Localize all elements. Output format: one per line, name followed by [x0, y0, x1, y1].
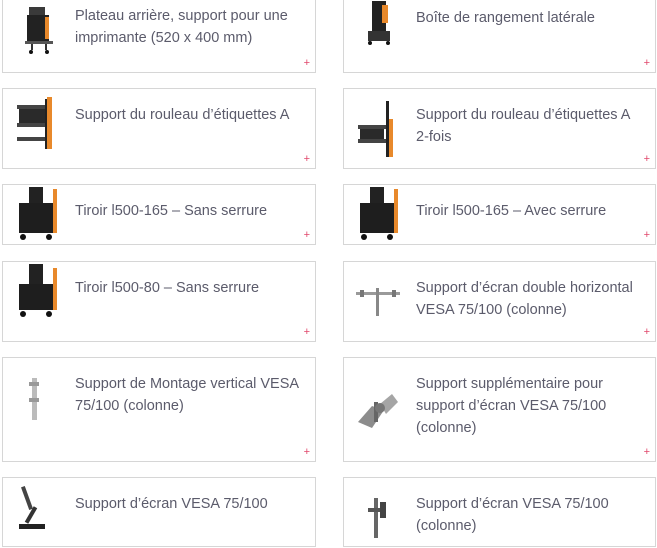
product-card[interactable]: Support de Montage vertical VESA 75/100 … — [2, 357, 316, 462]
product-card[interactable]: Support du rouleau d’étiquettes A + — [2, 88, 316, 169]
product-accessory-grid: Plateau arrière, support pour une imprim… — [0, 0, 657, 547]
column-monitor-arm-icon — [350, 478, 402, 546]
product-title[interactable]: Support du rouleau d’étiquettes A 2-fois — [416, 104, 643, 148]
drawer-cart-small-icon — [9, 262, 61, 341]
product-card[interactable]: Support d’écran double horizontal VESA 7… — [343, 261, 656, 342]
cart-printer-icon — [9, 0, 61, 72]
product-title[interactable]: Support de Montage vertical VESA 75/100 … — [75, 373, 303, 417]
product-card[interactable]: Tiroir l500-80 – Sans serrure + — [2, 261, 316, 342]
drawer-cart-icon — [9, 185, 61, 244]
add-plus-icon[interactable]: + — [644, 154, 650, 165]
cart-side-box-icon — [350, 0, 402, 72]
product-title[interactable]: Support d’écran double horizontal VESA 7… — [416, 277, 643, 321]
product-card[interactable]: Support d’écran VESA 75/100 — [2, 477, 316, 547]
product-card[interactable]: Tiroir l500-165 – Sans serrure + — [2, 184, 316, 245]
desk-monitor-arm-icon — [9, 478, 61, 546]
add-plus-icon[interactable]: + — [304, 447, 310, 458]
product-card[interactable]: Support d’écran VESA 75/100 (colonne) — [343, 477, 656, 547]
product-card[interactable]: Boîte de rangement latérale + — [343, 0, 656, 73]
add-plus-icon[interactable]: + — [304, 327, 310, 338]
add-plus-icon[interactable]: + — [644, 58, 650, 69]
label-roll-holder-icon — [9, 89, 61, 168]
product-title[interactable]: Tiroir l500-80 – Sans serrure — [75, 277, 303, 299]
product-card[interactable]: Plateau arrière, support pour une imprim… — [2, 0, 316, 73]
product-title[interactable]: Support du rouleau d’étiquettes A — [75, 104, 303, 126]
product-title[interactable]: Tiroir l500-165 – Sans serrure — [75, 200, 303, 222]
add-plus-icon[interactable]: + — [644, 327, 650, 338]
product-title[interactable]: Support supplémentaire pour support d’éc… — [416, 373, 643, 439]
product-title[interactable]: Support d’écran VESA 75/100 — [75, 493, 303, 515]
vertical-mount-icon — [9, 358, 61, 461]
product-card[interactable]: Support du rouleau d’étiquettes A 2-fois… — [343, 88, 656, 169]
add-plus-icon[interactable]: + — [304, 230, 310, 241]
product-title[interactable]: Tiroir l500-165 – Avec serrure — [416, 200, 643, 222]
add-plus-icon[interactable]: + — [644, 447, 650, 458]
label-roll-holder-double-icon — [350, 89, 402, 168]
product-card[interactable]: Support supplémentaire pour support d’éc… — [343, 357, 656, 462]
add-plus-icon[interactable]: + — [304, 58, 310, 69]
dual-monitor-arm-icon — [350, 262, 402, 341]
add-plus-icon[interactable]: + — [644, 230, 650, 241]
product-title[interactable]: Support d’écran VESA 75/100 (colonne) — [416, 493, 643, 537]
add-plus-icon[interactable]: + — [304, 154, 310, 165]
extra-monitor-bracket-icon — [350, 358, 402, 461]
product-title[interactable]: Boîte de rangement latérale — [416, 7, 643, 29]
product-title[interactable]: Plateau arrière, support pour une imprim… — [75, 5, 303, 49]
product-card[interactable]: Tiroir l500-165 – Avec serrure + — [343, 184, 656, 245]
drawer-cart-lock-icon — [350, 185, 402, 244]
